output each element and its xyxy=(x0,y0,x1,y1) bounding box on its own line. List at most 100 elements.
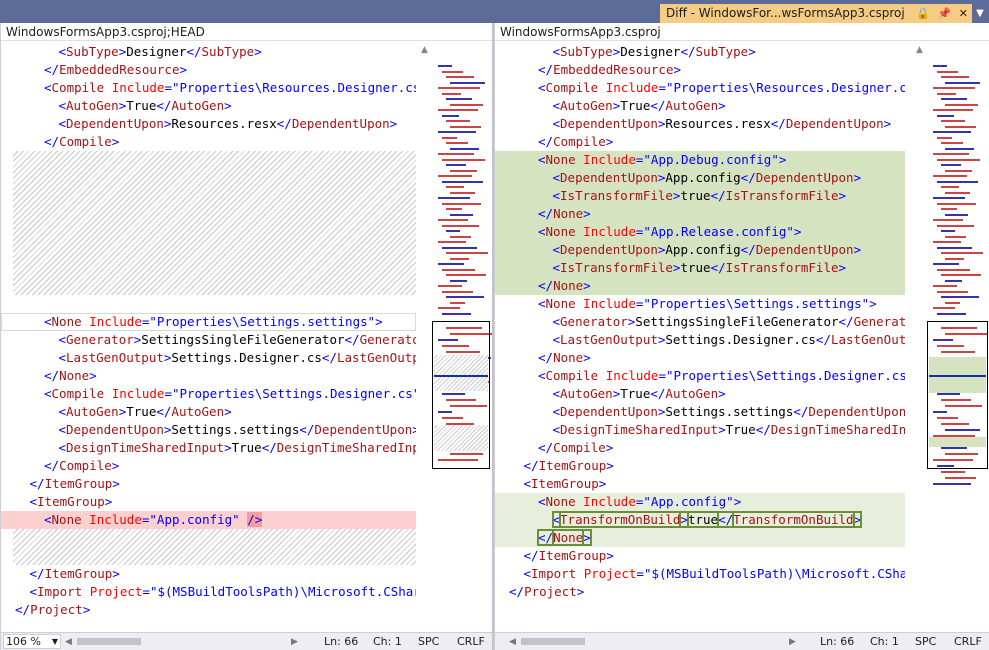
code-line[interactable]: <Compile Include="Properties\Resources.D… xyxy=(1,79,416,97)
scroll-up-arrow-icon[interactable]: ▲ xyxy=(916,45,923,55)
code-line[interactable]: <DependentUpon>Resources.resx</Dependent… xyxy=(1,115,416,133)
code-line[interactable]: <None Include="App.config" /> xyxy=(1,511,416,529)
minimap-line xyxy=(446,208,462,210)
code-token: < xyxy=(552,188,561,203)
code-line[interactable]: </None> xyxy=(495,349,905,367)
code-token: < xyxy=(58,422,67,437)
code-token: < xyxy=(538,368,546,383)
code-line[interactable]: </None> xyxy=(1,367,416,385)
code-line[interactable]: </Compile> xyxy=(1,133,416,151)
code-token: < xyxy=(44,512,52,527)
code-token: = xyxy=(142,584,150,599)
right-code-editor[interactable]: <SubType>Designer</SubType> </EmbeddedRes… xyxy=(495,43,905,643)
code-line[interactable]: <LastGenOutput>Settings.Designer.cs</Las… xyxy=(1,349,417,367)
code-line[interactable]: <LastGenOutput>Settings.Designer.cs</Las… xyxy=(495,331,906,349)
right-horizontal-scrollbar[interactable]: ◀ ▶ xyxy=(509,637,799,647)
code-line[interactable]: </Project> xyxy=(1,601,416,619)
code-line[interactable]: </EmbeddedResource> xyxy=(1,61,416,79)
code-line[interactable]: </ItemGroup> xyxy=(1,565,416,583)
code-line[interactable]: <Compile Include="Properties\Settings.De… xyxy=(495,367,905,385)
scroll-left-arrow-icon[interactable]: ◀ xyxy=(509,634,516,650)
code-line[interactable]: <AutoGen>True</AutoGen> xyxy=(495,97,905,115)
code-line[interactable]: <AutoGen>True</AutoGen> xyxy=(1,403,416,421)
code-token: = xyxy=(658,80,666,95)
code-line[interactable]: <None Include="App.config"> xyxy=(495,493,905,511)
right-file-title: WindowsFormsApp3.csproj xyxy=(495,23,989,41)
minimap-line xyxy=(933,175,967,177)
code-line[interactable]: <None Include="Properties\Settings.setti… xyxy=(495,295,905,313)
code-line[interactable]: <SubType>Designer</SubType> xyxy=(495,43,905,61)
code-line[interactable]: <Import Project="$(MSBuildToolsPath)\Mic… xyxy=(1,583,417,601)
left-code-editor[interactable]: <SubType>Designer</SubType> </EmbeddedRes… xyxy=(1,43,416,643)
left-horizontal-scrollbar[interactable]: ◀ ▶ xyxy=(65,637,301,647)
minimap-viewport[interactable] xyxy=(432,321,490,469)
code-token: Settings.settings xyxy=(665,404,794,419)
close-icon[interactable]: ✕ xyxy=(959,7,968,20)
line-ending-indicator: CRLF xyxy=(457,635,485,648)
code-line[interactable]: <DependentUpon>App.config</DependentUpon… xyxy=(495,169,905,187)
code-line[interactable]: </None> xyxy=(495,277,905,295)
code-line[interactable]: </Project> xyxy=(495,583,905,601)
zoom-select[interactable]: 106 % ▼ xyxy=(3,634,61,649)
code-token: </ xyxy=(156,404,172,419)
scroll-left-arrow-icon[interactable]: ◀ xyxy=(65,634,72,650)
code-token: Compile xyxy=(59,134,112,149)
code-line[interactable]: <None Include="App.Debug.config"> xyxy=(495,151,905,169)
code-line[interactable]: <IsTransformFile>true</IsTransformFile> xyxy=(495,187,905,205)
scroll-up-arrow-icon[interactable]: ▲ xyxy=(421,45,428,55)
code-line[interactable]: </Compile> xyxy=(495,133,905,151)
diff-document-tab[interactable]: Diff - WindowsFor...wsFormsApp3.csproj 🔒… xyxy=(660,4,972,23)
code-line[interactable]: <DependentUpon>Settings.settings</Depend… xyxy=(495,403,906,421)
scroll-thumb[interactable] xyxy=(77,638,141,645)
code-token: IsTransformFile xyxy=(560,188,673,203)
minimap-viewport[interactable] xyxy=(927,321,988,469)
code-line[interactable]: <DesignTimeSharedInput>True</DesignTimeS… xyxy=(1,439,417,457)
code-line[interactable]: </EmbeddedResource> xyxy=(495,61,905,79)
code-token: ItemGroup xyxy=(44,566,113,581)
code-line[interactable]: </ItemGroup> xyxy=(495,457,905,475)
code-line[interactable]: <DependentUpon>Settings.settings</Depend… xyxy=(1,421,417,439)
scroll-thumb[interactable] xyxy=(521,638,585,645)
code-token: Compile xyxy=(545,80,606,95)
code-line[interactable]: <AutoGen>True</AutoGen> xyxy=(1,97,416,115)
chevron-down-icon: ▼ xyxy=(51,637,58,646)
line-indicator: Ln: 66 xyxy=(820,635,855,648)
code-line[interactable]: <ItemGroup> xyxy=(495,475,905,493)
scroll-right-arrow-icon[interactable]: ▶ xyxy=(291,634,298,650)
code-line[interactable]: <Compile Include="Properties\Resources.D… xyxy=(495,79,905,97)
code-line[interactable]: <AutoGen>True</AutoGen> xyxy=(495,385,905,403)
code-token: Include xyxy=(583,494,636,509)
code-line[interactable]: </Compile> xyxy=(1,457,416,475)
code-line[interactable]: </None> xyxy=(495,205,905,223)
code-token: DependentUpon xyxy=(755,242,854,257)
code-line[interactable]: </None> xyxy=(495,529,905,547)
code-line[interactable]: </Compile> xyxy=(495,439,905,457)
code-line[interactable]: <SubType>Designer</SubType> xyxy=(1,43,416,61)
code-line[interactable]: <DependentUpon>App.config</DependentUpon… xyxy=(495,241,905,259)
left-minimap xyxy=(432,65,493,505)
code-token: LastGenOutput xyxy=(66,350,164,365)
code-token: None xyxy=(552,529,585,546)
code-line[interactable]: <Compile Include="Properties\Settings.De… xyxy=(1,385,416,403)
tab-overflow-dropdown-icon[interactable]: ▼ xyxy=(973,4,987,23)
pin-icon[interactable]: 📌 xyxy=(938,7,952,20)
code-line[interactable]: <IsTransformFile>true</IsTransformFile> xyxy=(495,259,905,277)
code-token: = xyxy=(658,368,666,383)
code-line[interactable]: <DesignTimeSharedInput>True</DesignTimeS… xyxy=(495,421,906,439)
code-line[interactable]: <None Include="Properties\Settings.setti… xyxy=(1,313,416,331)
right-overview-scrollbar[interactable]: ▲ ▼ xyxy=(913,43,989,650)
code-line[interactable]: <DependentUpon>Resources.resx</Dependent… xyxy=(495,115,905,133)
code-line[interactable]: <Import Project="$(MSBuildToolsPath)\Mic… xyxy=(495,565,906,583)
code-line[interactable]: <Generator>SettingsSingleFileGenerator</… xyxy=(1,331,417,349)
code-token: SubType xyxy=(66,44,119,59)
code-line[interactable]: <Generator>SettingsSingleFileGenerator</… xyxy=(495,313,906,331)
code-line[interactable]: <TransformOnBuild>true</TransformOnBuild… xyxy=(495,511,905,529)
code-token: </ xyxy=(299,422,315,437)
left-overview-scrollbar[interactable]: ▲ ▼ xyxy=(418,43,493,650)
code-line[interactable]: </ItemGroup> xyxy=(495,547,905,565)
code-line[interactable]: <ItemGroup> xyxy=(1,493,416,511)
scroll-right-arrow-icon[interactable]: ▶ xyxy=(789,634,796,650)
code-line[interactable]: <None Include="App.Release.config"> xyxy=(495,223,905,241)
code-token: > xyxy=(778,152,787,167)
code-line[interactable]: </ItemGroup> xyxy=(1,475,416,493)
